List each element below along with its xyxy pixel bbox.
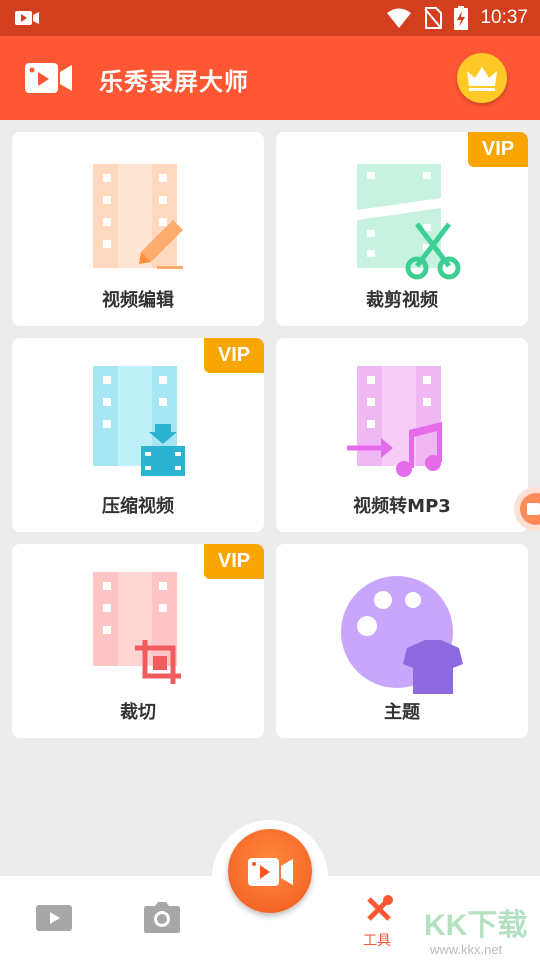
app-title: 乐秀录屏大师 xyxy=(99,68,249,96)
record-button-icon xyxy=(248,858,293,886)
tool-label: 视频编辑 xyxy=(102,290,174,311)
status-bar: 10:37 xyxy=(0,0,540,36)
nav-item-videos[interactable] xyxy=(0,876,108,960)
palette-shirt-icon xyxy=(341,576,463,694)
tool-card-trim-video[interactable]: VIP 裁剪视频 xyxy=(276,132,528,326)
tool-label: 主题 xyxy=(384,702,420,723)
vip-badge: VIP xyxy=(468,132,528,167)
watermark-url: www.kkx.net xyxy=(430,942,503,957)
app-bar: 乐秀录屏大师 xyxy=(0,36,540,120)
vip-badge: VIP xyxy=(204,544,264,579)
floating-camera-icon xyxy=(527,503,540,515)
film-pencil-icon xyxy=(93,164,183,269)
camera-logo-icon xyxy=(25,63,72,93)
nav-item-tools[interactable]: 工具 xyxy=(324,876,432,960)
video-notification-icon xyxy=(15,11,39,25)
film-compress-icon xyxy=(93,366,185,476)
tool-label: 压缩视频 xyxy=(102,496,174,517)
nav-label-tools: 工具 xyxy=(363,933,391,949)
film-scissors-icon xyxy=(357,164,461,280)
tool-card-theme[interactable]: 主题 xyxy=(276,544,528,738)
battery-charging-icon xyxy=(454,6,469,30)
watermark-logo: KK下载 xyxy=(424,909,528,942)
tool-card-crop[interactable]: VIP 裁切 xyxy=(12,544,264,738)
no-sim-icon xyxy=(424,7,443,29)
tool-card-video-edit[interactable]: 视频编辑 xyxy=(12,132,264,326)
tool-label: 视频转MP3 xyxy=(353,496,451,517)
crown-icon xyxy=(467,67,497,91)
tool-card-compress-video[interactable]: VIP 压缩视频 xyxy=(12,338,264,532)
tool-card-video-to-mp3[interactable]: 视频转MP3 xyxy=(276,338,528,532)
vip-crown-button[interactable] xyxy=(457,53,507,103)
nav-item-screenshots[interactable] xyxy=(108,876,216,960)
tools-icon xyxy=(367,895,393,921)
camera-icon xyxy=(144,902,180,933)
video-library-icon xyxy=(36,905,72,931)
wifi-icon xyxy=(387,8,412,28)
clock-time: 10:37 xyxy=(480,7,528,28)
tool-label: 裁剪视频 xyxy=(366,290,438,311)
vip-badge: VIP xyxy=(204,338,264,373)
film-music-icon xyxy=(347,366,442,477)
record-button[interactable] xyxy=(228,829,312,913)
film-crop-icon xyxy=(93,572,181,684)
tool-label: 裁切 xyxy=(120,702,156,723)
